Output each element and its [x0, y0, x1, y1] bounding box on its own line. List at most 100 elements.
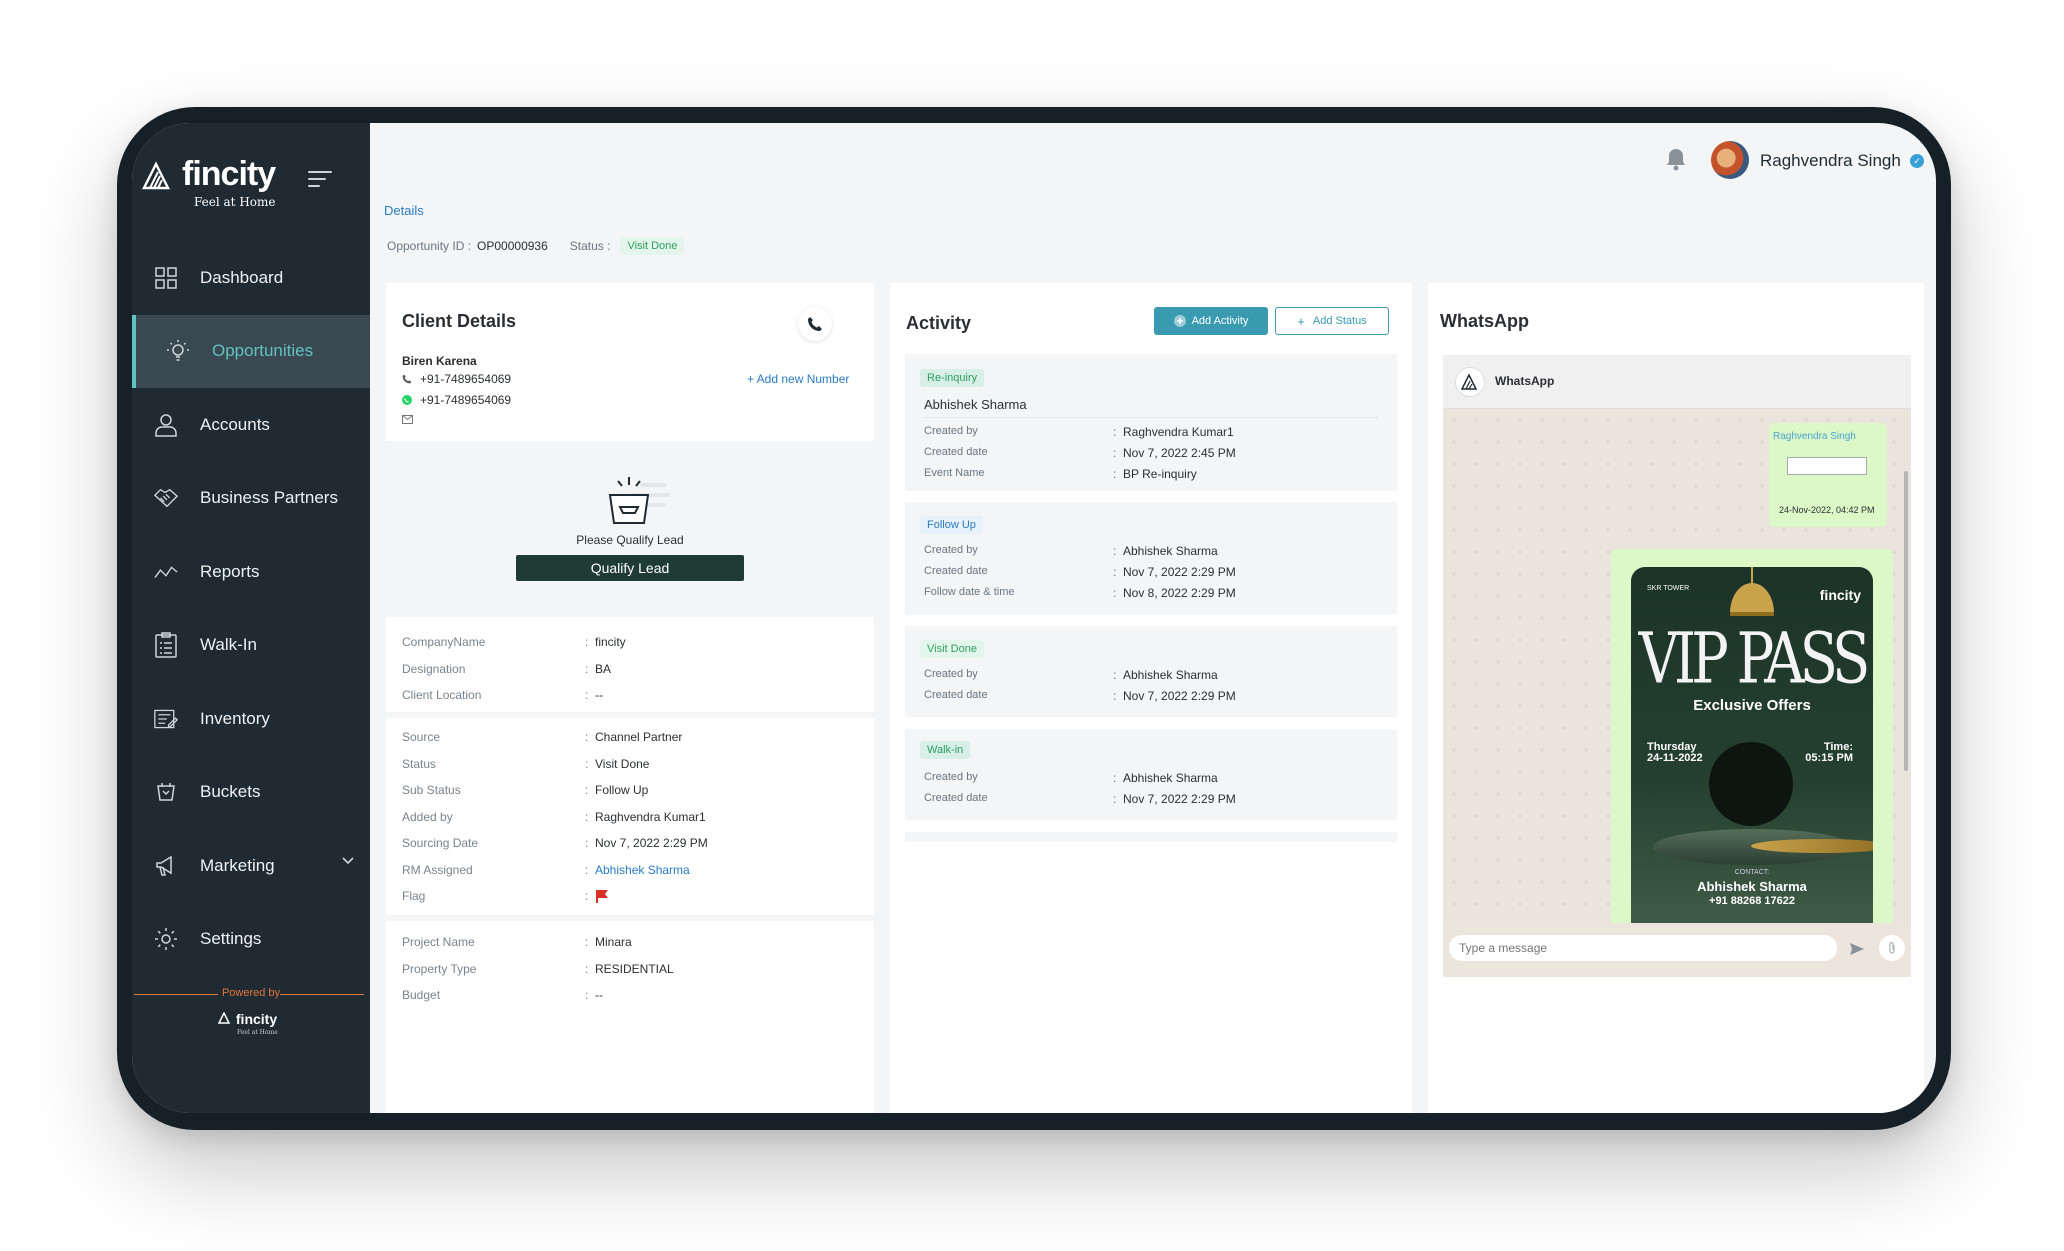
powered-by-tagline: Feel at Home [237, 1029, 278, 1036]
opportunity-id-label: Opportunity ID : [387, 239, 472, 253]
avatar[interactable] [1711, 141, 1749, 179]
chevron-down-icon[interactable] [342, 857, 354, 865]
activity-person: Abhishek Sharma [924, 397, 1027, 412]
client-phone-number: +91-7489654069 [420, 372, 512, 386]
flag-icon[interactable] [595, 889, 609, 903]
sidebar-item-label: Opportunities [212, 341, 314, 361]
activity-value: Abhishek Sharma [1123, 771, 1218, 785]
user-name[interactable]: Raghvendra Singh [1760, 151, 1901, 171]
breadcrumb[interactable]: Details [384, 203, 424, 218]
activity-value: Raghvendra Kumar1 [1123, 425, 1234, 439]
activity-value: Nov 7, 2022 2:29 PM [1123, 792, 1236, 806]
attach-button[interactable] [1879, 935, 1905, 961]
bulb-icon [166, 339, 190, 363]
add-status-button[interactable]: + Add Status [1275, 307, 1389, 335]
poster-contact-phone: +91 88268 17622 [1709, 895, 1795, 907]
info-label: CompanyName [402, 635, 486, 649]
activity-card[interactable]: Follow Up Created by: Abhishek Sharma Cre… [905, 502, 1397, 615]
activity-card[interactable]: Walk-in Created by: Abhishek Sharma Creat… [905, 729, 1397, 820]
activity-value: Nov 7, 2022 2:29 PM [1123, 565, 1236, 579]
mail-icon[interactable] [402, 415, 413, 424]
main-content: Raghvendra Singh ✓ Details Opportunity I… [370, 123, 1936, 1113]
client-phone[interactable]: +91-7489654069 [402, 372, 511, 386]
sidebar-item-settings[interactable]: Settings [132, 903, 370, 977]
activity-card[interactable]: Re-inquiry Abhishek Sharma Created by: Ra… [905, 354, 1397, 491]
info-row: CompanyName: fincity [402, 635, 626, 649]
activity-row: Created date: Nov 7, 2022 2:29 PM [924, 689, 1236, 703]
message-bubble[interactable]: Raghvendra Singh 24-Nov-2022, 04:42 PM [1769, 423, 1887, 527]
activity-row: Created by: Abhishek Sharma [924, 771, 1218, 785]
activity-label: Created date [924, 689, 988, 701]
info-label: Designation [402, 662, 466, 676]
qualify-lead-button[interactable]: Qualify Lead [516, 555, 744, 581]
info-row: Flag: [402, 889, 862, 903]
powered-by: Powered by [132, 987, 370, 999]
info-label: Flag [402, 889, 426, 903]
info-value: Follow Up [595, 783, 649, 797]
rm-assigned-link[interactable]: Abhishek Sharma [595, 863, 690, 877]
info-label: Budget [402, 988, 441, 1002]
app-screen: fincity Feel at Home Dashboard Opportuni… [132, 123, 1936, 1113]
divider [386, 915, 874, 921]
megaphone-icon [154, 854, 178, 878]
sidebar-item-opportunities[interactable]: Opportunities [132, 314, 370, 388]
bell-icon[interactable] [1665, 147, 1687, 171]
brand-tagline: Feel at Home [194, 195, 276, 209]
send-button[interactable] [1845, 937, 1869, 961]
sidebar-item-marketing[interactable]: Marketing [132, 829, 370, 903]
sidebar-item-dashboard[interactable]: Dashboard [132, 241, 370, 315]
client-whatsapp[interactable]: +91-7489654069 [402, 393, 511, 407]
chat-name: WhatsApp [1495, 374, 1555, 388]
info-label: Project Name [402, 935, 475, 949]
client-header: Client Details Biren Karena +91-74896540… [386, 283, 874, 441]
activity-card[interactable]: Visit Done Created by: Abhishek Sharma Cr… [905, 626, 1397, 717]
activity-title: Activity [906, 313, 972, 333]
gear-icon [154, 927, 178, 951]
user-icon [154, 413, 178, 437]
message-bubble[interactable]: SKR TOWER fincity VIP PASS Exclusive Off… [1611, 549, 1893, 923]
info-row: Added by: Raghvendra Kumar1 [402, 810, 706, 824]
vip-pass-image[interactable]: SKR TOWER fincity VIP PASS Exclusive Off… [1631, 567, 1873, 923]
info-row: Sourcing Date: Nov 7, 2022 2:29 PM [402, 836, 708, 850]
chat-messages[interactable]: Raghvendra Singh 24-Nov-2022, 04:42 PM S… [1443, 409, 1911, 923]
info-row: RM Assigned: Abhishek Sharma [402, 863, 690, 877]
sidebar-item-reports[interactable]: Reports [132, 535, 370, 609]
info-label: Source [402, 730, 441, 744]
info-value: Raghvendra Kumar1 [595, 810, 706, 824]
poster-day: Thursday 24-11-2022 [1647, 742, 1703, 764]
add-activity-button[interactable]: Add Activity [1154, 307, 1268, 335]
info-label: RM Assigned [402, 863, 473, 877]
message-time: 24-Nov-2022, 04:42 PM [1779, 505, 1875, 515]
activity-label: Created by [924, 668, 978, 680]
sidebar-item-walk-in[interactable]: Walk-In [132, 609, 370, 683]
powered-by-brand: fincity [235, 1011, 278, 1027]
info-value: Channel Partner [595, 730, 683, 744]
add-number-link[interactable]: + Add new Number [747, 372, 849, 386]
sidebar-item-label: Dashboard [200, 267, 284, 287]
sidebar-item-accounts[interactable]: Accounts [132, 388, 370, 462]
grid-icon [154, 266, 178, 290]
menu-toggle-icon[interactable] [308, 171, 332, 189]
sidebar-nav: Dashboard Opportunities Accounts Busines… [132, 241, 370, 976]
chat-scrollbar[interactable] [1904, 471, 1908, 771]
activity-badge: Re-inquiry [920, 369, 985, 387]
activity-label: Created by [924, 544, 978, 556]
phone-icon [808, 317, 822, 331]
call-button[interactable] [798, 307, 832, 341]
broken-image-icon [1787, 457, 1867, 475]
sidebar-item-label: Settings [200, 929, 262, 949]
chart-line-icon [154, 560, 178, 584]
sidebar-item-buckets[interactable]: Buckets [132, 756, 370, 830]
activity-row: Event Name: BP Re-inquiry [924, 467, 1197, 481]
info-value: RESIDENTIAL [595, 962, 674, 976]
activity-badge: Visit Done [920, 640, 984, 658]
chat-header: WhatsApp [1443, 355, 1911, 409]
info-row: Designation: BA [402, 662, 612, 676]
sidebar-item-inventory[interactable]: Inventory [132, 682, 370, 756]
message-input[interactable] [1449, 935, 1837, 961]
info-row: Source: Channel Partner [402, 730, 683, 744]
activity-value: Nov 8, 2022 2:29 PM [1123, 586, 1236, 600]
fincity-logo-icon [217, 1011, 231, 1024]
sidebar-item-business-partners[interactable]: Business Partners [132, 462, 370, 536]
brand-logo[interactable]: fincity [142, 155, 276, 194]
